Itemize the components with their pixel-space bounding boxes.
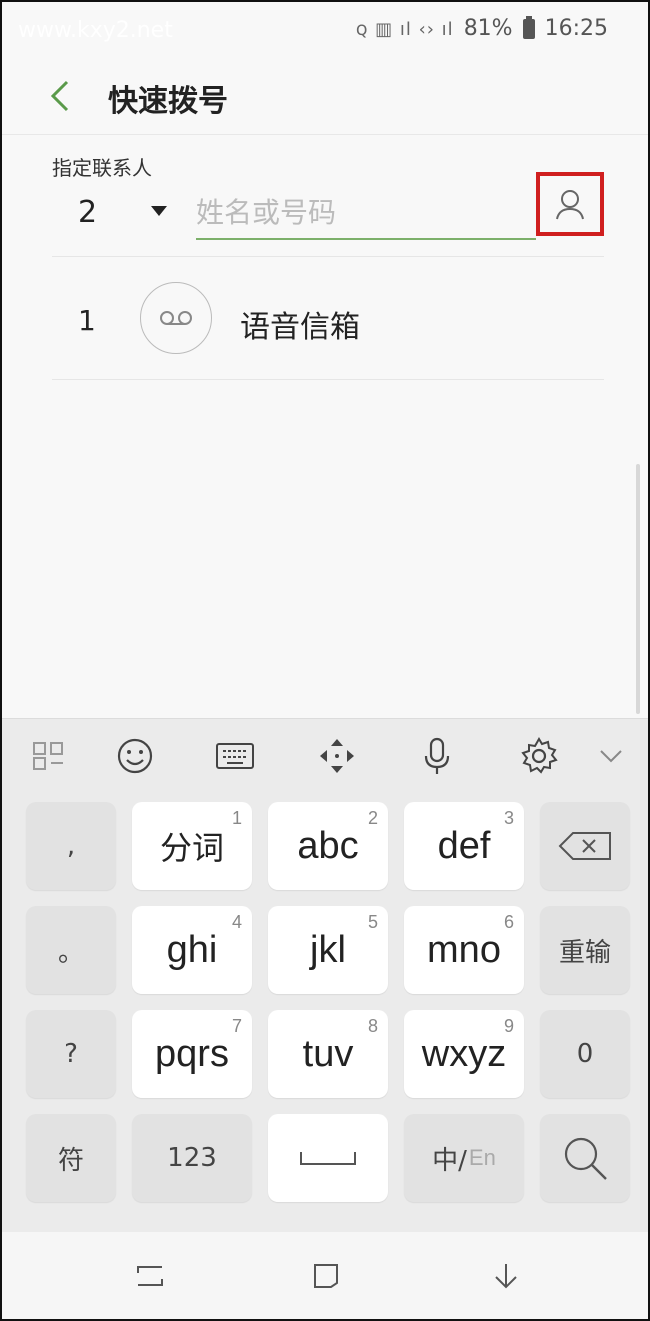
page-title: 快速拨号 <box>108 84 228 119</box>
search-icon <box>564 1137 607 1180</box>
cursor-move-icon[interactable] <box>316 735 358 777</box>
gear-icon[interactable] <box>518 735 560 777</box>
assign-contact-label: 指定联系人 <box>52 156 152 180</box>
mic-icon[interactable] <box>416 735 458 777</box>
battery-level: 81% <box>463 16 513 41</box>
recent-apps-button[interactable] <box>128 1254 172 1298</box>
key-symbols[interactable]: 符 <box>26 1114 116 1202</box>
back-nav-button[interactable] <box>484 1254 528 1298</box>
back-button[interactable] <box>38 74 82 118</box>
speed-dial-label: 语音信箱 <box>240 310 360 345</box>
key-language-switch[interactable]: 中/En <box>404 1114 524 1202</box>
clock: 16:25 <box>544 16 608 41</box>
signal-icons: ꞯ ▥ ıl ‹› ıl <box>356 18 454 40</box>
home-square-icon <box>314 1264 338 1288</box>
chevron-down-icon[interactable] <box>590 735 632 777</box>
keyboard-keys: , 分词 1 abc 2 def 3 。 ghi 4 jkl 5 mno 6 重输 ? pq… <box>2 792 648 1232</box>
emoji-icon[interactable] <box>114 735 156 777</box>
divider <box>52 256 604 257</box>
watermark-text: www.kxy2.net <box>18 18 173 43</box>
back-arrow-icon <box>50 80 69 112</box>
key-pqrs[interactable]: pqrs 7 <box>132 1010 252 1098</box>
key-search[interactable] <box>540 1114 630 1202</box>
down-arrow-icon <box>495 1264 517 1289</box>
slot-number-dropdown[interactable]: 2 <box>68 188 178 236</box>
person-icon <box>556 190 584 220</box>
contacts-picker-button[interactable] <box>536 172 604 236</box>
key-period[interactable]: 。 <box>26 906 116 994</box>
backspace-icon <box>558 832 611 860</box>
key-wxyz[interactable]: wxyz 9 <box>404 1010 524 1098</box>
recent-apps-icon <box>137 1266 163 1286</box>
home-button[interactable] <box>304 1254 348 1298</box>
status-bar: www.kxy2.net ꞯ ▥ ıl ‹› ıl 81% 16:25 <box>2 2 648 58</box>
slot-number: 2 <box>78 194 98 230</box>
scrollbar[interactable] <box>636 464 640 714</box>
key-tuv[interactable]: tuv 8 <box>268 1010 388 1098</box>
key-zero[interactable]: 0 <box>540 1010 630 1098</box>
apps-icon[interactable] <box>28 735 70 777</box>
key-mno[interactable]: mno 6 <box>404 906 524 994</box>
key-ghi[interactable]: ghi 4 <box>132 906 252 994</box>
key-def[interactable]: def 3 <box>404 802 524 890</box>
dropdown-arrow-icon <box>151 206 167 216</box>
keyboard-icon[interactable] <box>214 735 256 777</box>
key-reenter[interactable]: 重输 <box>540 906 630 994</box>
voicemail-avatar <box>140 282 212 354</box>
phone-screen: www.kxy2.net ꞯ ▥ ıl ‹› ıl 81% 16:25 快速拨号… <box>0 0 650 1321</box>
voicemail-icon <box>160 311 192 325</box>
key-space[interactable] <box>268 1114 388 1202</box>
key-backspace[interactable] <box>540 802 630 890</box>
key-fenci[interactable]: 分词 1 <box>132 802 252 890</box>
app-header: 快速拨号 <box>2 58 648 135</box>
system-nav-bar <box>2 1232 648 1319</box>
key-numbers[interactable]: 123 <box>132 1114 252 1202</box>
divider <box>52 379 604 380</box>
speed-dial-number: 1 <box>78 304 96 337</box>
name-or-number-input[interactable] <box>196 186 536 240</box>
key-question[interactable]: ? <box>26 1010 116 1098</box>
keyboard-toolbar <box>2 718 648 793</box>
battery-icon <box>522 15 535 39</box>
status-icons: ꞯ ▥ ıl ‹› ıl 81% 16:25 <box>356 15 608 41</box>
key-jkl[interactable]: jkl 5 <box>268 906 388 994</box>
key-abc[interactable]: abc 2 <box>268 802 388 890</box>
key-comma[interactable]: , <box>26 802 116 890</box>
speed-dial-row[interactable]: 1 语音信箱 <box>52 264 604 378</box>
space-icon <box>300 1152 356 1165</box>
